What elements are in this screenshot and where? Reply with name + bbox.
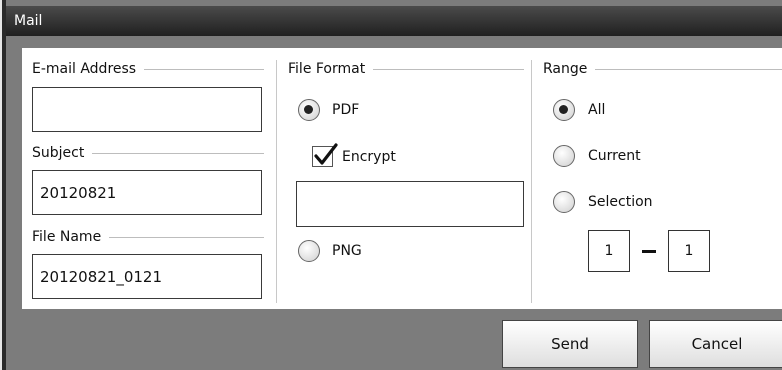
file-name-label: File Name [32, 229, 110, 245]
range-selection-radio[interactable] [553, 191, 575, 213]
range-current-label: Current [588, 148, 641, 164]
title-bar: Mail [6, 6, 782, 36]
window-title: Mail [14, 13, 43, 29]
pdf-radio[interactable] [298, 99, 320, 121]
email-address-input[interactable] [32, 87, 262, 132]
column-divider-1 [276, 60, 277, 303]
file-name-input[interactable]: 20120821_0121 [32, 254, 262, 299]
range-from-input[interactable]: 1 [588, 230, 630, 272]
subject-input[interactable]: 20120821 [32, 170, 262, 215]
subject-label: Subject [32, 145, 93, 161]
png-label: PNG [332, 243, 362, 259]
send-button[interactable]: Send [502, 320, 638, 368]
pdf-label: PDF [332, 102, 360, 118]
mail-form-panel: E-mail Address Subject 20120821 File Nam… [22, 48, 782, 309]
range-dash [642, 250, 656, 253]
cancel-button[interactable]: Cancel [649, 320, 782, 368]
checkmark-icon [314, 143, 338, 165]
range-all-label: All [588, 102, 606, 118]
encrypt-password-input[interactable] [296, 181, 524, 227]
range-title: Range [543, 61, 596, 77]
encrypt-checkbox[interactable] [312, 143, 338, 167]
range-current-radio[interactable] [553, 145, 575, 167]
range-to-input[interactable]: 1 [668, 230, 710, 272]
png-radio[interactable] [298, 240, 320, 262]
file-format-title: File Format [288, 61, 374, 77]
range-selection-label: Selection [588, 194, 653, 210]
email-address-label: E-mail Address [32, 61, 145, 77]
encrypt-label: Encrypt [342, 149, 396, 165]
column-divider-2 [531, 60, 532, 303]
range-all-radio[interactable] [553, 99, 575, 121]
